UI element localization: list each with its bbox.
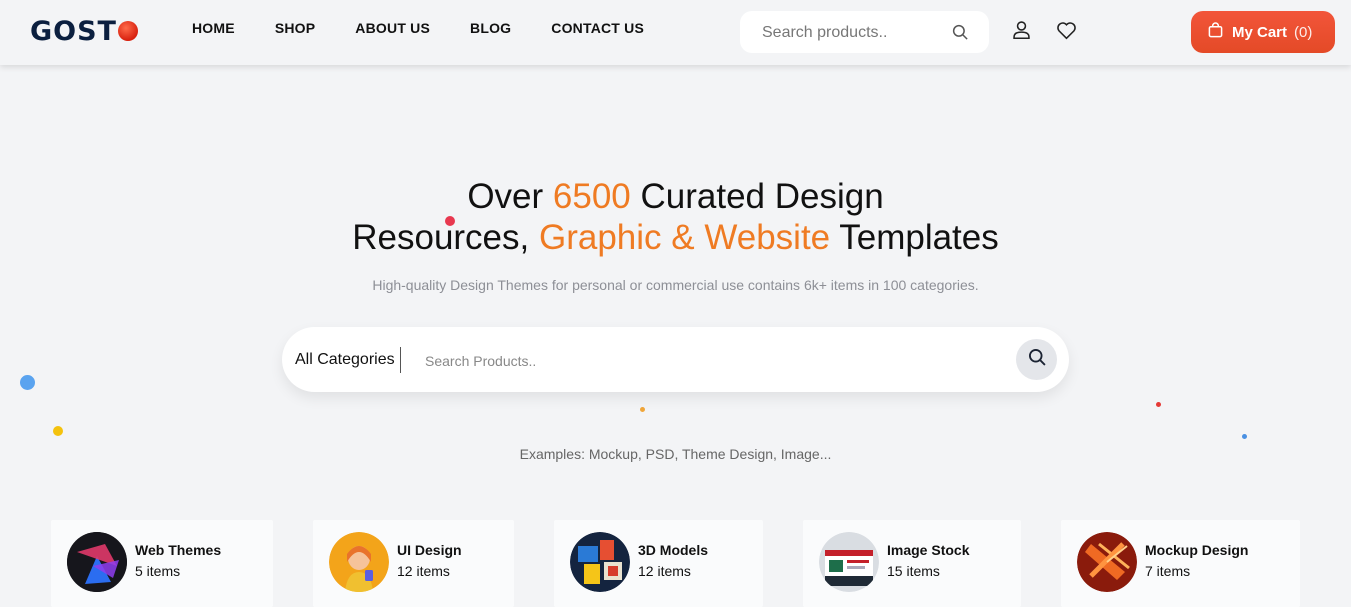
mockup-design-thumbnail <box>1077 532 1137 592</box>
search-icon[interactable] <box>951 23 969 46</box>
main-search-input[interactable] <box>423 348 967 374</box>
heart-icon[interactable] <box>1056 20 1077 45</box>
shopping-bag-icon <box>1208 22 1223 42</box>
category-count: 12 items <box>638 563 691 579</box>
decor-dot-red-small <box>1156 402 1161 407</box>
category-select[interactable]: All Categories <box>295 351 395 369</box>
hero-line1-pre: Over <box>467 177 553 216</box>
hero-line2-post: Templates <box>830 218 999 257</box>
hero-title: Over 6500 Curated Design Resources, Grap… <box>0 176 1351 258</box>
ui-design-thumbnail <box>329 532 389 592</box>
category-name: 3D Models <box>638 542 709 558</box>
category-name: Image Stock <box>887 542 970 558</box>
nav-blog[interactable]: BLOG <box>470 20 511 36</box>
web-themes-thumbnail <box>67 532 127 592</box>
decor-dot-yellow <box>53 426 63 436</box>
hero-line1-highlight: 6500 <box>552 177 631 216</box>
header-search-input[interactable] <box>760 21 944 45</box>
category-name: Web Themes <box>135 542 222 558</box>
search-divider <box>400 347 401 373</box>
nav-shop[interactable]: SHOP <box>275 20 315 36</box>
main-search-button[interactable] <box>1016 339 1057 380</box>
category-name: Mockup Design <box>1145 542 1249 558</box>
header-search-box <box>740 11 989 53</box>
nav-contact-us[interactable]: CONTACT US <box>551 20 644 36</box>
decor-dot-blue <box>20 375 35 390</box>
hero-subtitle: High-quality Design Themes for personal … <box>372 277 979 293</box>
search-examples: Examples: Mockup, PSD, Theme Design, Ima… <box>519 446 832 462</box>
category-card-ui-design[interactable]: UI Design 12 items <box>313 520 514 607</box>
hero-line2-pre: Resources, <box>352 218 539 257</box>
logo-ball-icon <box>117 21 138 41</box>
category-count: 12 items <box>397 563 450 579</box>
category-name: UI Design <box>397 542 462 558</box>
cart-count: (0) <box>1294 23 1313 41</box>
image-stock-thumbnail <box>819 532 879 592</box>
search-icon <box>1027 347 1047 372</box>
hero-line2-highlight: Graphic & Website <box>538 218 831 257</box>
3d-models-thumbnail <box>570 532 630 592</box>
my-cart-button[interactable]: My Cart (0) <box>1191 11 1335 53</box>
site-header: GOST HOME SHOP ABOUT US BLOG CONTACT US … <box>0 0 1351 65</box>
cart-label: My Cart <box>1232 23 1288 41</box>
decor-dot-blue-small <box>1242 434 1247 439</box>
nav-home[interactable]: HOME <box>192 20 235 36</box>
category-count: 7 items <box>1145 563 1191 579</box>
category-count: 5 items <box>135 563 181 579</box>
logo-text: GOST <box>30 16 117 47</box>
hero-line1-post: Curated Design <box>630 177 884 216</box>
category-card-image-stock[interactable]: Image Stock 15 items <box>803 520 1021 607</box>
category-count: 15 items <box>887 563 940 579</box>
category-card-web-themes[interactable]: Web Themes 5 items <box>51 520 273 607</box>
decor-dot-orange <box>640 407 645 412</box>
nav-about-us[interactable]: ABOUT US <box>355 20 430 36</box>
site-logo[interactable]: GOST <box>30 16 138 47</box>
category-card-3d-models[interactable]: 3D Models 12 items <box>554 520 763 607</box>
category-card-mockup-design[interactable]: Mockup Design 7 items <box>1061 520 1300 607</box>
user-icon[interactable] <box>1011 19 1032 45</box>
main-nav: HOME SHOP ABOUT US BLOG CONTACT US <box>192 20 644 36</box>
main-search-bar: All Categories <box>282 327 1069 392</box>
